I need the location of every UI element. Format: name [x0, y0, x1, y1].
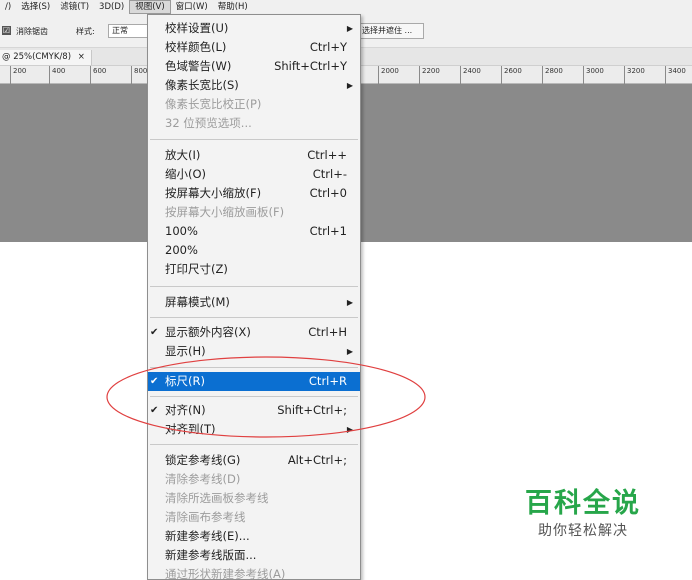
annotation-ellipse: [106, 356, 426, 438]
